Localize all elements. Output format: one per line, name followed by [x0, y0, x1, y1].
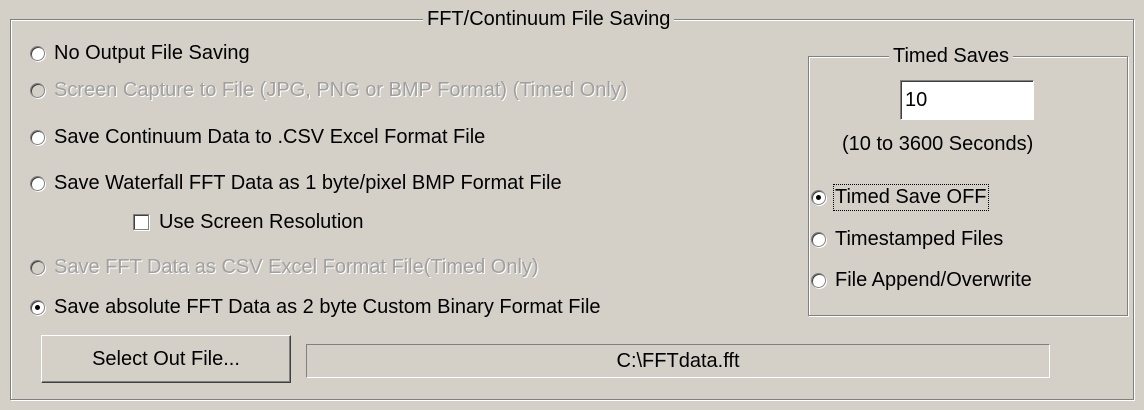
- radio-label: Save absolute FFT Data as 2 byte Custom …: [54, 295, 601, 318]
- radio-label: File Append/Overwrite: [835, 268, 1032, 291]
- file-path-field: C:\FFTdata.fft: [306, 344, 1050, 378]
- checkbox-box[interactable]: [133, 214, 149, 230]
- radio-circle: [30, 82, 45, 98]
- radio-circle: [30, 259, 45, 275]
- timed-saves-title: Timed Saves: [889, 44, 1013, 68]
- radio-circle[interactable]: [30, 45, 45, 61]
- radio-label: Timestamped Files: [835, 227, 1004, 250]
- select-out-file-button[interactable]: Select Out File...: [41, 335, 291, 383]
- radio-save-absolute-fft-binary[interactable]: Save absolute FFT Data as 2 byte Custom …: [30, 294, 601, 320]
- radio-circle[interactable]: [30, 299, 45, 315]
- radio-circle[interactable]: [811, 272, 826, 288]
- radio-circle[interactable]: [811, 189, 826, 205]
- radio-timed-save-off[interactable]: Timed Save OFF: [811, 183, 989, 211]
- radio-label: Save Continuum Data to .CSV Excel Format…: [54, 125, 486, 148]
- radio-label: Timed Save OFF: [833, 183, 989, 211]
- radio-label: Screen Capture to File (JPG, PNG or BMP …: [54, 78, 628, 101]
- radio-save-fft-csv: Save FFT Data as CSV Excel Format File(T…: [30, 254, 539, 280]
- radio-label: Save Waterfall FFT Data as 1 byte/pixel …: [54, 171, 562, 194]
- checkbox-label: Use Screen Resolution: [159, 210, 364, 233]
- radio-circle[interactable]: [811, 231, 826, 247]
- radio-selected-dot: [816, 194, 821, 200]
- radio-file-append-overwrite[interactable]: File Append/Overwrite: [811, 267, 1032, 293]
- radio-save-continuum-csv[interactable]: Save Continuum Data to .CSV Excel Format…: [30, 124, 485, 150]
- radio-label: No Output File Saving: [54, 41, 250, 64]
- checkbox-use-screen-resolution[interactable]: Use Screen Resolution: [133, 209, 364, 235]
- timed-interval-input[interactable]: 10: [900, 80, 1034, 120]
- radio-no-output[interactable]: No Output File Saving: [30, 40, 250, 66]
- range-label: (10 to 3600 Seconds): [842, 132, 1034, 155]
- group-title: FFT/Continuum File Saving: [423, 7, 675, 31]
- radio-selected-dot: [35, 304, 40, 310]
- radio-screen-capture: Screen Capture to File (JPG, PNG or BMP …: [30, 77, 627, 103]
- radio-timestamped-files[interactable]: Timestamped Files: [811, 226, 1003, 252]
- radio-save-waterfall-bmp[interactable]: Save Waterfall FFT Data as 1 byte/pixel …: [30, 170, 562, 196]
- timed-range-text: (10 to 3600 Seconds): [842, 131, 1033, 157]
- radio-circle[interactable]: [30, 129, 45, 145]
- radio-label: Save FFT Data as CSV Excel Format File(T…: [54, 255, 539, 278]
- radio-circle[interactable]: [30, 175, 45, 191]
